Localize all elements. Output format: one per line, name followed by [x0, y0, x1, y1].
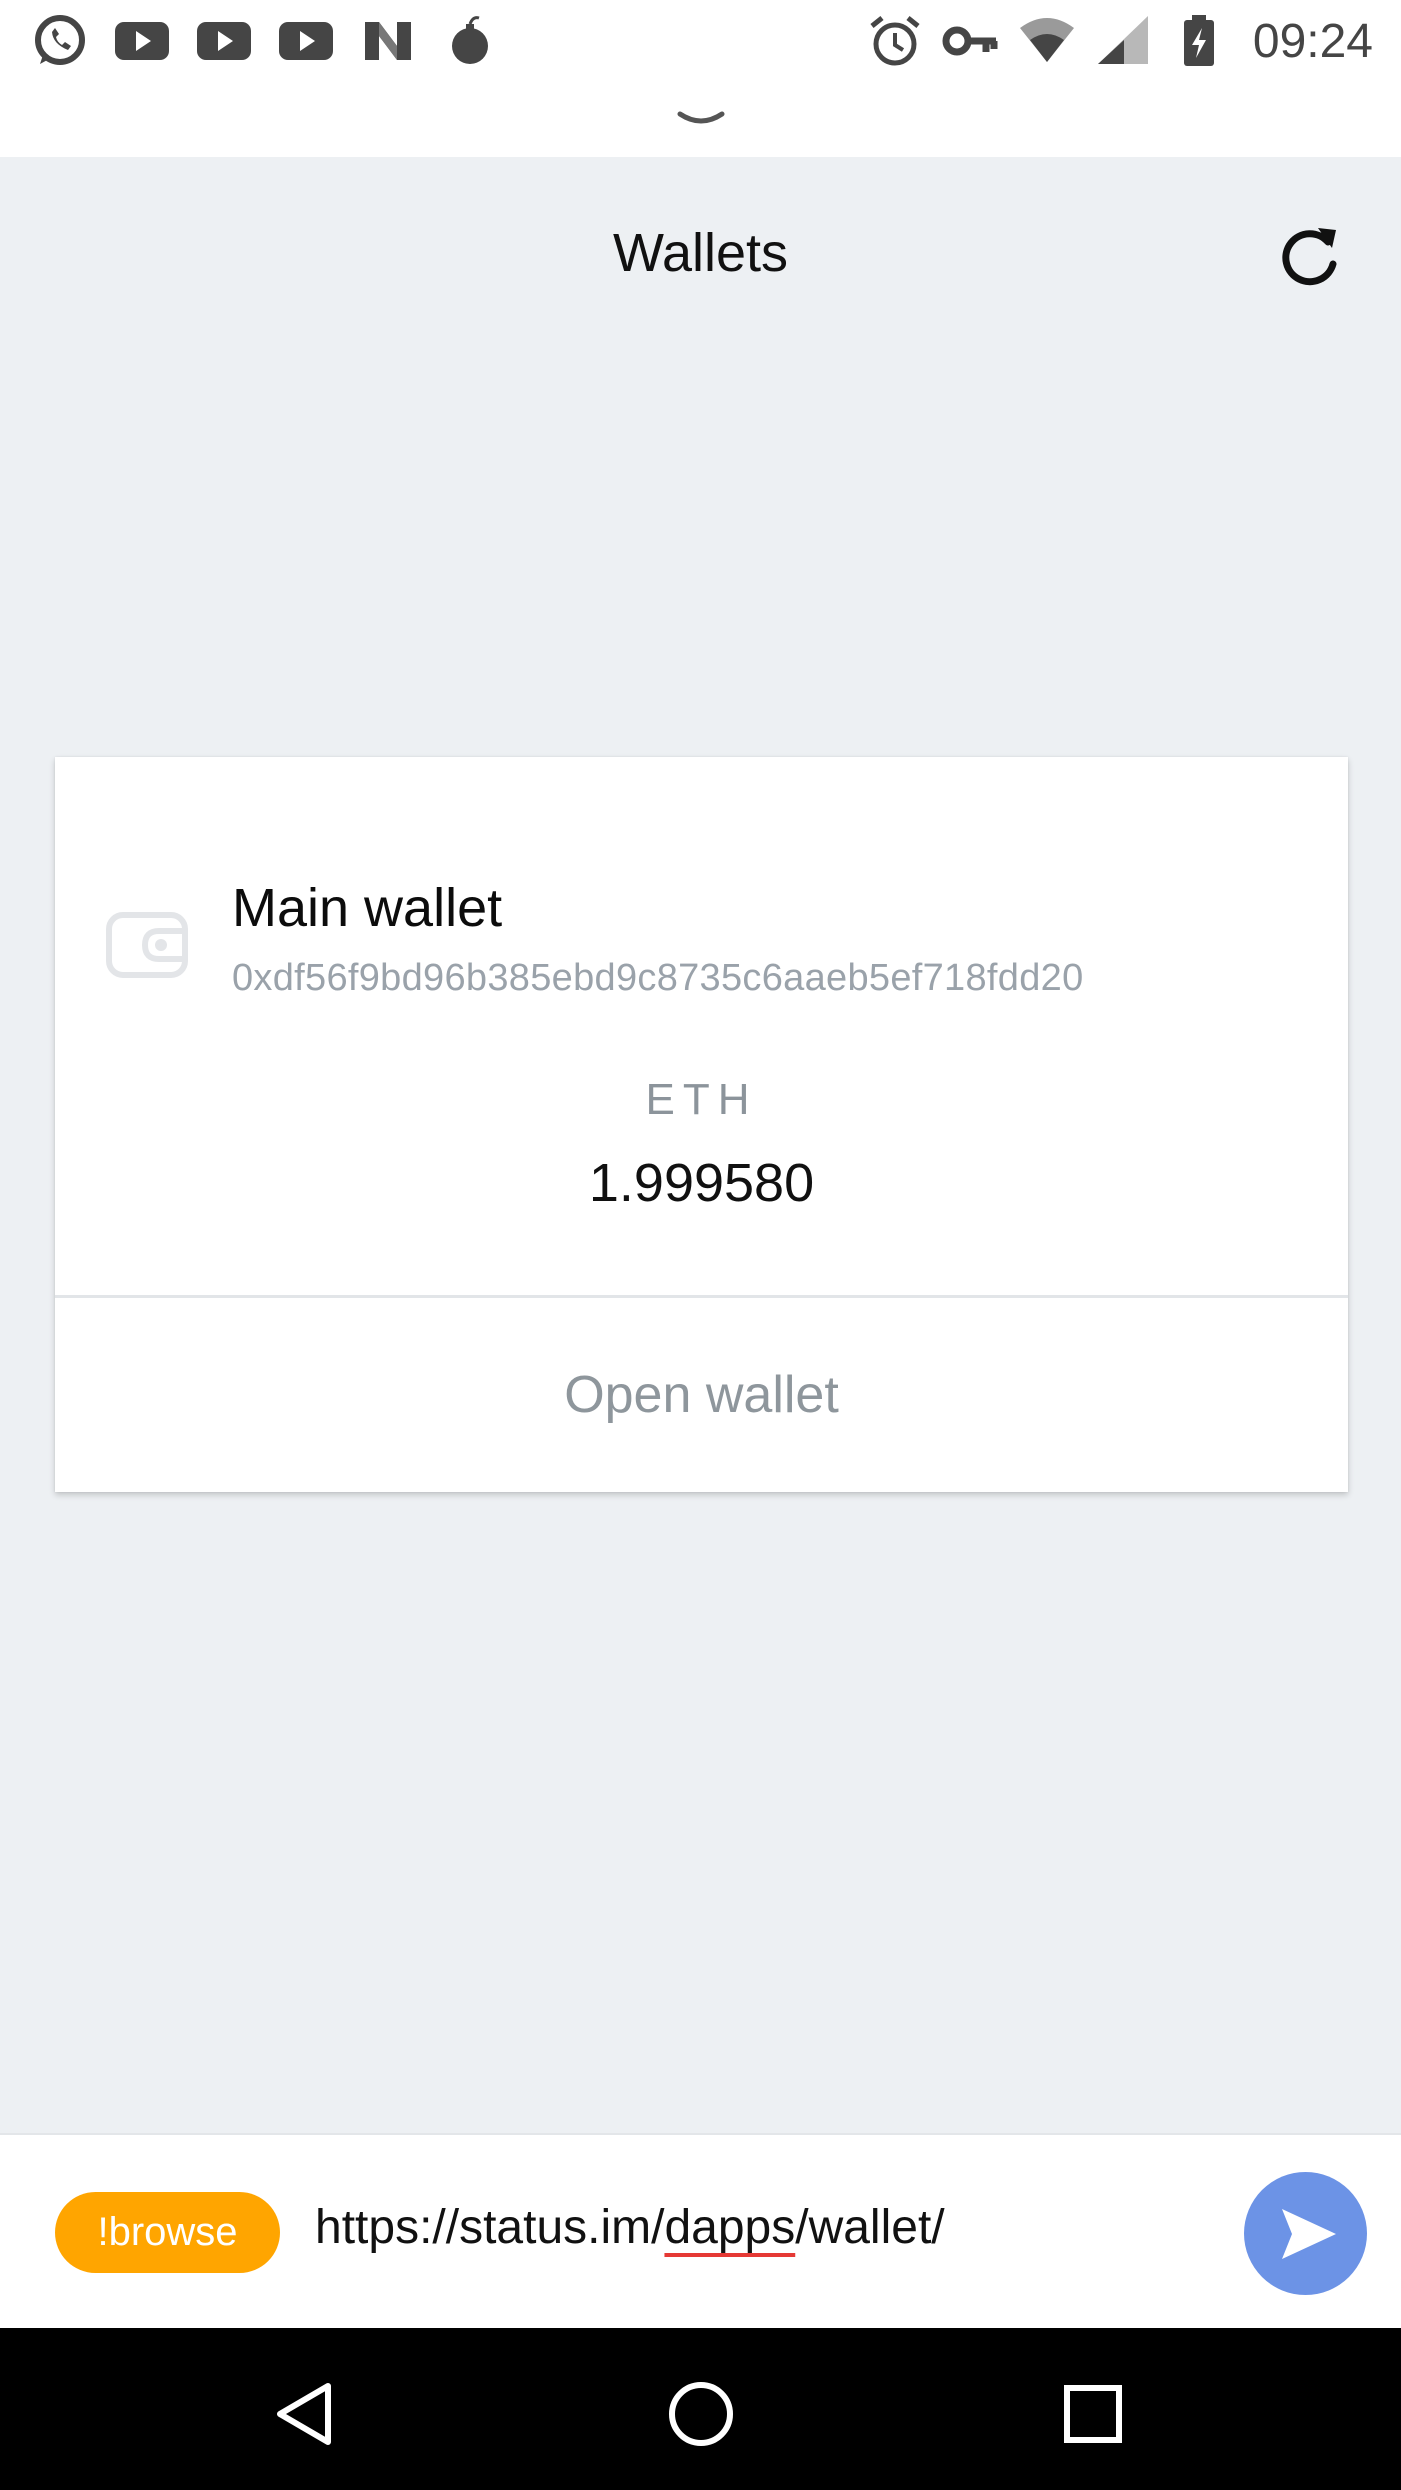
- url-misspelled-word: dapps: [664, 2201, 796, 2254]
- open-wallet-button[interactable]: Open wallet: [55, 1298, 1348, 1492]
- n-app-icon: [358, 12, 418, 70]
- chevron-down-icon[interactable]: [676, 108, 726, 130]
- url-suffix: /wallet/: [795, 2201, 945, 2254]
- wallet-balance: 1.999580: [588, 1153, 815, 1213]
- youtube-icon: [194, 12, 254, 70]
- battery-charging-icon: [1169, 12, 1229, 70]
- youtube-icon: [276, 12, 336, 70]
- wallet-icon: [106, 912, 188, 978]
- back-button[interactable]: [270, 2378, 342, 2450]
- refresh-icon[interactable]: [1272, 220, 1346, 294]
- cell-signal-icon: [1093, 12, 1153, 70]
- clock: 09:24: [1252, 14, 1373, 68]
- system-icons: 09:24: [865, 12, 1373, 70]
- home-icon: [669, 2382, 733, 2446]
- page-title: Wallets: [612, 223, 789, 283]
- send-icon: [1281, 2208, 1336, 2259]
- whatsapp-icon: [30, 12, 90, 70]
- browse-command-chip[interactable]: !browse: [55, 2192, 280, 2273]
- wallet-name: Main wallet: [232, 878, 503, 938]
- recents-button[interactable]: [1057, 2378, 1129, 2450]
- url-prefix: https://status.im/: [315, 2201, 665, 2254]
- currency-label: ETH: [645, 1075, 758, 1124]
- recents-icon: [1064, 2385, 1122, 2443]
- home-button[interactable]: [665, 2378, 737, 2450]
- url-input[interactable]: https://status.im/dapps/wallet/: [315, 2200, 945, 2255]
- youtube-icon: [112, 12, 172, 70]
- status-bar: 09:24: [0, 0, 1401, 82]
- alarm-icon: [865, 12, 925, 70]
- key-icon: [941, 12, 1001, 70]
- wifi-icon: [1017, 12, 1077, 70]
- wallet-address: 0xdf56f9bd96b385ebd9c8735c6aaeb5ef718fdd…: [232, 957, 1084, 999]
- bomb-icon: [440, 12, 500, 70]
- notification-icons: [30, 12, 500, 70]
- wallet-card: Main wallet 0xdf56f9bd96b385ebd9c8735c6a…: [55, 757, 1348, 1492]
- send-button[interactable]: [1244, 2172, 1367, 2295]
- back-icon: [277, 2383, 331, 2445]
